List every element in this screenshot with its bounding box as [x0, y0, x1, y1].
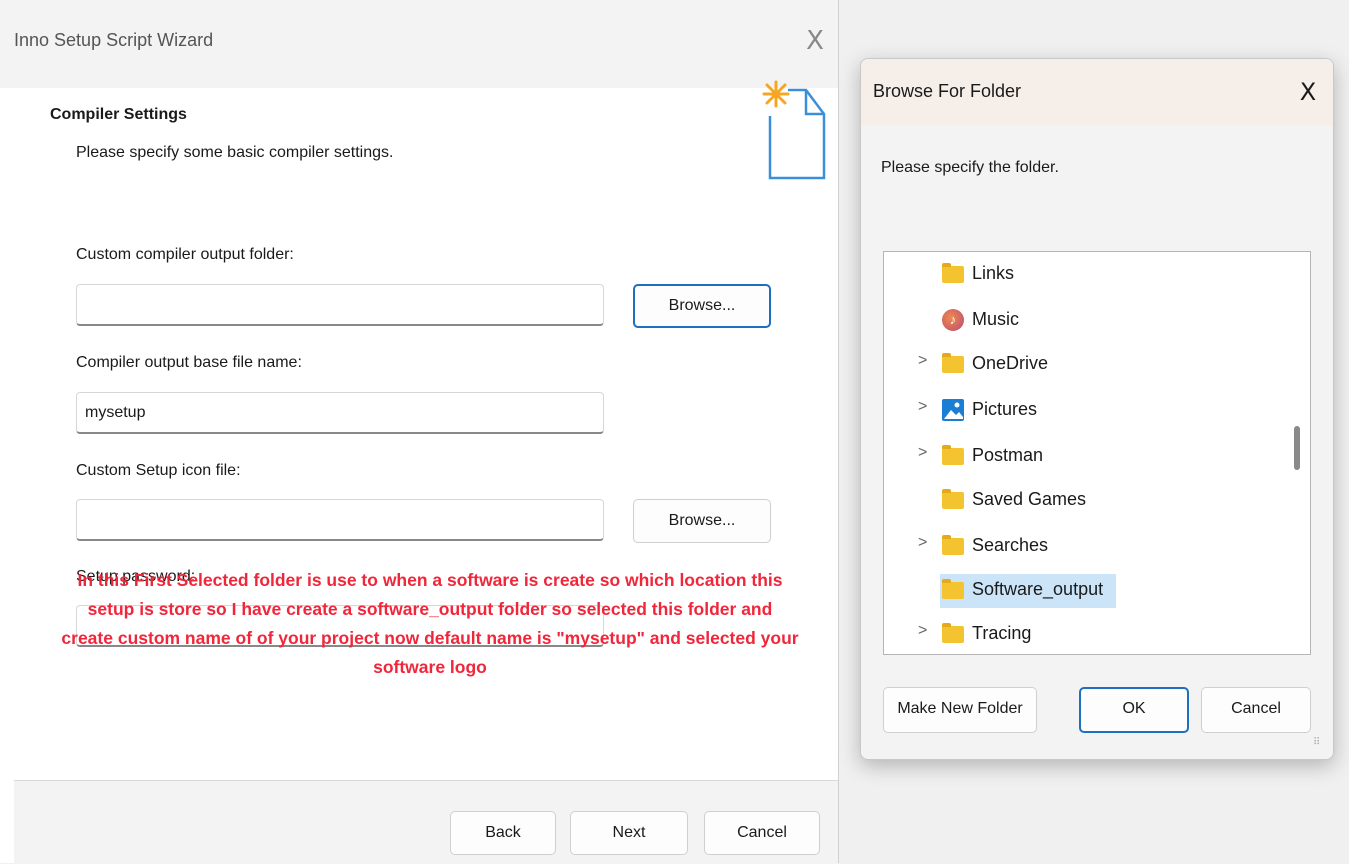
tree-item-pictures[interactable]: > Pictures	[884, 394, 1284, 426]
tree-item-label: Saved Games	[972, 489, 1087, 509]
resize-grip-icon[interactable]: ⠿	[1313, 738, 1327, 753]
cancel-button[interactable]: Cancel	[704, 811, 820, 855]
next-button[interactable]: Next	[570, 811, 688, 855]
browse-icon-file-button[interactable]: Browse...	[633, 499, 771, 543]
wizard-close-button[interactable]: X	[800, 24, 830, 58]
wizard-titlebar: Inno Setup Script Wizard X	[0, 0, 838, 88]
tree-item-label: Searches	[972, 535, 1049, 555]
browse-prompt: Please specify the folder.	[881, 159, 1059, 176]
folder-icon	[942, 445, 964, 467]
browse-close-button[interactable]: X	[1293, 75, 1323, 109]
folder-icon	[942, 579, 964, 601]
tree-item-onedrive[interactable]: > OneDrive	[884, 348, 1284, 380]
tree-scrollbar-thumb[interactable]	[1294, 426, 1300, 470]
make-new-folder-button[interactable]: Make New Folder	[883, 687, 1037, 733]
tree-item-label: Pictures	[972, 399, 1038, 419]
chevron-right-icon[interactable]: >	[918, 622, 932, 640]
tree-item-label: Software_output	[972, 579, 1104, 599]
icon-file-input[interactable]	[76, 499, 604, 541]
folder-icon	[942, 263, 964, 285]
browse-folder-dialog: Browse For Folder X Please specify the f…	[860, 58, 1334, 760]
wizard-title: Inno Setup Script Wizard	[14, 30, 214, 50]
chevron-right-icon[interactable]: >	[918, 398, 932, 416]
tree-item-software-output[interactable]: Software_output	[884, 574, 1284, 608]
ok-button[interactable]: OK	[1079, 687, 1189, 733]
folder-icon	[942, 489, 964, 511]
output-folder-input[interactable]	[76, 284, 604, 326]
base-name-input[interactable]	[76, 392, 604, 434]
tree-item-searches[interactable]: > Searches	[884, 530, 1284, 562]
section-subtitle: Please specify some basic compiler setti…	[76, 144, 394, 161]
output-folder-label: Custom compiler output folder:	[76, 246, 294, 263]
tree-item-postman[interactable]: > Postman	[884, 440, 1284, 472]
chevron-right-icon[interactable]: >	[918, 352, 932, 370]
chevron-right-icon[interactable]: >	[918, 534, 932, 552]
wizard-footer: Back Next Cancel	[14, 780, 838, 864]
tree-item-label: OneDrive	[972, 353, 1049, 373]
browse-cancel-button[interactable]: Cancel	[1201, 687, 1311, 733]
folder-icon	[942, 623, 964, 645]
folder-tree[interactable]: Links ♪ Music > OneDrive > Pictures > Po…	[883, 251, 1311, 655]
back-button[interactable]: Back	[450, 811, 556, 855]
tree-item-label: Postman	[972, 445, 1044, 465]
tree-item-label: Links	[972, 263, 1015, 283]
browse-output-folder-button[interactable]: Browse...	[633, 284, 771, 328]
tree-item-label: Tracing	[972, 623, 1032, 643]
browse-titlebar: Browse For Folder X	[861, 59, 1333, 125]
new-script-icon	[762, 80, 826, 180]
browse-title: Browse For Folder	[873, 81, 1022, 101]
music-icon: ♪	[942, 309, 964, 331]
folder-icon	[942, 535, 964, 557]
icon-file-label: Custom Setup icon file:	[76, 462, 241, 479]
section-title: Compiler Settings	[50, 106, 187, 123]
pictures-icon	[942, 399, 964, 421]
annotation-note: In this First Selected folder is use to …	[61, 570, 799, 677]
tree-item-music[interactable]: ♪ Music	[884, 304, 1284, 336]
wizard-window: Inno Setup Script Wizard X Compiler Sett…	[0, 0, 839, 864]
tree-item-label: Music	[972, 309, 1020, 329]
tree-item-links[interactable]: Links	[884, 258, 1284, 290]
tree-item-tracing[interactable]: > Tracing	[884, 618, 1284, 650]
base-name-label: Compiler output base file name:	[76, 354, 302, 371]
chevron-right-icon[interactable]: >	[918, 444, 932, 462]
folder-icon	[942, 353, 964, 375]
tree-item-saved-games[interactable]: Saved Games	[884, 484, 1284, 516]
